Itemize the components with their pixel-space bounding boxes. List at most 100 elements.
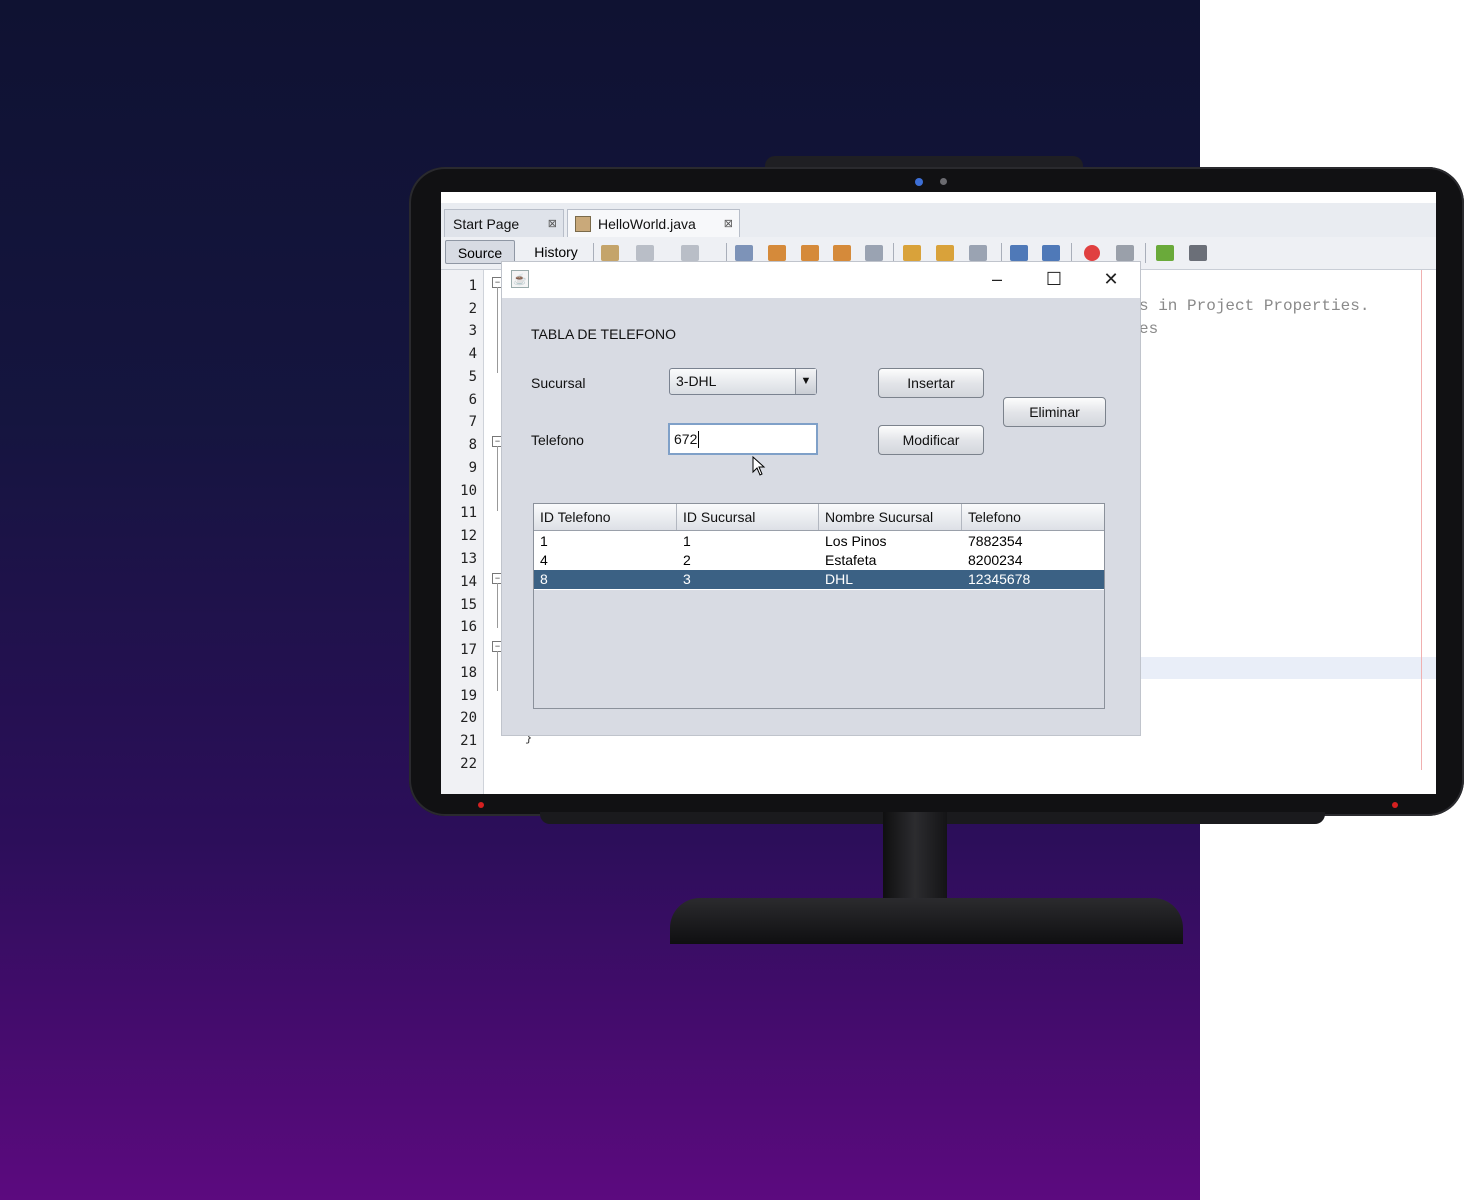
cell-nombre-sucursal: DHL — [825, 571, 854, 587]
line-number: 11 — [460, 505, 477, 521]
table-row[interactable]: 4 2 Estafeta 8200234 — [534, 551, 1104, 570]
forward-icon[interactable] — [681, 245, 699, 261]
toolbar-separator — [726, 243, 727, 263]
table-header: ID Telefono ID Sucursal Nombre Sucursal … — [534, 504, 1104, 531]
previous-bookmark-icon[interactable] — [903, 245, 921, 261]
line-number: 18 — [460, 665, 477, 681]
line-number: 2 — [468, 301, 477, 317]
line-number: 15 — [460, 597, 477, 613]
uncomment-icon[interactable] — [1189, 245, 1207, 261]
close-icon[interactable]: ⊠ — [548, 210, 557, 238]
cell-telefono: 7882354 — [968, 533, 1023, 549]
line-number: 4 — [468, 346, 477, 362]
toolbar-separator — [1071, 243, 1072, 263]
screen-top-strip — [441, 192, 1436, 203]
cell-id-sucursal: 3 — [683, 571, 691, 587]
telefono-dialog: ☕ – ☐ ✕ TABLA DE TELEFONO Sucursal Telef… — [502, 262, 1140, 735]
table-row[interactable]: 1 1 Los Pinos 7882354 — [534, 532, 1104, 551]
minimize-icon[interactable]: – — [982, 266, 1012, 292]
sensor-icon — [940, 178, 947, 185]
telefono-label: Telefono — [531, 432, 584, 448]
stop-macro-icon[interactable] — [1116, 245, 1134, 261]
fold-guide — [497, 651, 498, 691]
line-number: 7 — [468, 414, 477, 430]
insertar-button[interactable]: Insertar — [878, 368, 984, 398]
line-number: 12 — [460, 528, 477, 544]
toolbar-separator — [1001, 243, 1002, 263]
telefono-table: ID Telefono ID Sucursal Nombre Sucursal … — [533, 503, 1105, 709]
close-icon[interactable]: ✕ — [1096, 266, 1126, 292]
current-line-highlight — [1141, 657, 1436, 679]
code-line-2: s in Project Properties. — [1139, 297, 1370, 315]
close-icon[interactable]: ⊠ — [724, 210, 733, 238]
line-number: 10 — [460, 483, 477, 499]
code-line-3: es — [1139, 320, 1159, 338]
line-number: 17 — [460, 642, 477, 658]
source-button[interactable]: Source — [445, 240, 515, 264]
java-file-icon — [575, 216, 591, 232]
comment-icon[interactable] — [1156, 245, 1174, 261]
find-previous-icon[interactable] — [768, 245, 786, 261]
line-number: 16 — [460, 619, 477, 635]
cell-id-telefono: 1 — [540, 533, 548, 549]
line-number: 13 — [460, 551, 477, 567]
line-number: 21 — [460, 733, 477, 749]
cell-nombre-sucursal: Estafeta — [825, 552, 877, 568]
maximize-icon[interactable]: ☐ — [1039, 266, 1069, 292]
rectangular-selection-icon[interactable] — [865, 245, 883, 261]
shift-right-icon[interactable] — [1042, 245, 1060, 261]
find-selection-icon[interactable] — [833, 245, 851, 261]
line-number: 20 — [460, 710, 477, 726]
column-header[interactable]: ID Sucursal — [677, 504, 819, 530]
cell-nombre-sucursal: Los Pinos — [825, 533, 887, 549]
tab-helloworld-java[interactable]: HelloWorld.java ⊠ — [567, 209, 740, 237]
record-macro-icon[interactable] — [1084, 245, 1100, 261]
last-edit-icon[interactable] — [601, 245, 619, 261]
next-bookmark-icon[interactable] — [936, 245, 954, 261]
telefono-input[interactable]: 672 — [668, 423, 818, 455]
eliminar-button[interactable]: Eliminar — [1003, 397, 1106, 427]
column-header[interactable]: Telefono — [962, 504, 1104, 530]
back-icon[interactable] — [636, 245, 654, 261]
line-number: 5 — [468, 369, 477, 385]
table-row-selected[interactable]: 8 3 DHL 12345678 — [534, 570, 1104, 589]
column-header[interactable]: ID Telefono — [534, 504, 677, 530]
chevron-down-icon[interactable]: ▼ — [795, 369, 816, 394]
tab-label: Start Page — [453, 216, 520, 232]
modificar-button[interactable]: Modificar — [878, 425, 984, 455]
fold-guide — [497, 287, 498, 373]
camera-icon — [915, 178, 923, 186]
line-number: 3 — [468, 323, 477, 339]
fold-guide — [497, 446, 498, 511]
toggle-bookmark-icon[interactable] — [969, 245, 987, 261]
find-icon[interactable] — [735, 245, 753, 261]
cell-telefono: 8200234 — [968, 552, 1023, 568]
line-number: 22 — [460, 756, 477, 772]
shift-left-icon[interactable] — [1010, 245, 1028, 261]
toolbar-separator — [593, 243, 594, 263]
right-margin-guide — [1421, 270, 1422, 770]
find-next-icon[interactable] — [801, 245, 819, 261]
tab-label: HelloWorld.java — [598, 216, 696, 232]
line-number: 8 — [468, 437, 477, 453]
column-header[interactable]: Nombre Sucursal — [819, 504, 962, 530]
cell-telefono: 12345678 — [968, 571, 1031, 587]
toolbar-separator — [893, 243, 894, 263]
tab-start-page[interactable]: Start Page ⊠ — [444, 209, 564, 237]
telefono-input-value: 672 — [674, 431, 698, 447]
sucursal-select[interactable]: 3-DHL ▼ — [669, 368, 817, 395]
monitor-base — [670, 898, 1183, 944]
line-number: 19 — [460, 688, 477, 704]
line-number-gutter: 1 2 3 4 5 6 7 8 9 10 11 12 13 14 15 16 1… — [441, 270, 484, 794]
dialog-titlebar[interactable]: ☕ – ☐ ✕ — [502, 262, 1140, 298]
cell-id-sucursal: 2 — [683, 552, 691, 568]
power-led-right — [1392, 802, 1398, 808]
mouse-pointer-icon — [752, 455, 766, 481]
java-cup-icon: ☕ — [511, 270, 529, 288]
editor-tabbar: Start Page ⊠ HelloWorld.java ⊠ — [441, 203, 1436, 238]
sucursal-label: Sucursal — [531, 375, 586, 391]
power-led-left — [478, 802, 484, 808]
history-button[interactable]: History — [521, 240, 591, 264]
toolbar-separator — [1145, 243, 1146, 263]
line-number: 14 — [460, 574, 477, 590]
